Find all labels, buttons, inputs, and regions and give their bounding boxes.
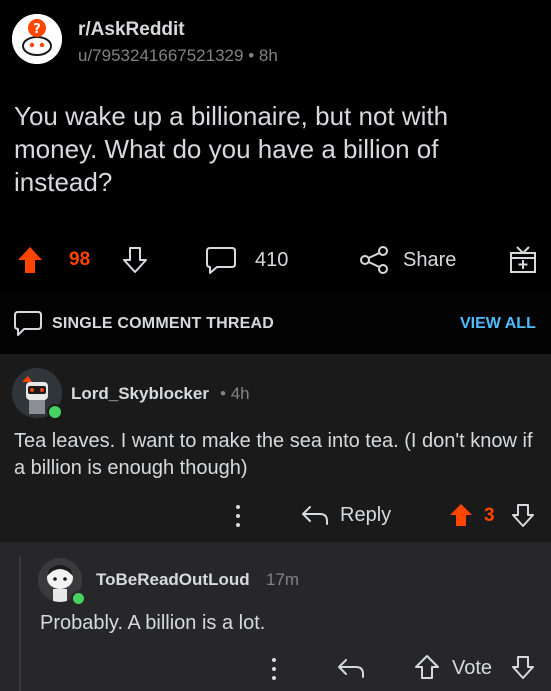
comment-downvote-button[interactable] xyxy=(510,502,536,528)
gift-icon xyxy=(510,246,536,273)
comments-button[interactable] xyxy=(205,245,237,275)
upvote-arrow-icon xyxy=(18,247,42,273)
comment-bubble-icon xyxy=(206,247,236,274)
kebab-menu-icon xyxy=(272,658,276,680)
meta-separator: • xyxy=(220,384,226,403)
meta-separator: • xyxy=(248,46,255,65)
comment-count[interactable]: 410 xyxy=(255,249,288,272)
downvote-arrow-icon xyxy=(512,504,534,527)
upvote-button[interactable] xyxy=(16,245,44,275)
upvote-arrow-icon xyxy=(415,655,439,679)
reply-arrow-icon xyxy=(338,659,364,678)
online-indicator xyxy=(47,404,63,420)
reply-button[interactable] xyxy=(336,656,366,680)
share-icon xyxy=(360,246,388,274)
more-options-button[interactable] xyxy=(266,656,282,682)
comment-body: Probably. A billion is a lot. xyxy=(40,612,266,634)
comment-body: Tea leaves. I want to make the sea into … xyxy=(14,430,533,479)
downvote-arrow-icon xyxy=(123,247,147,273)
share-label[interactable]: Share xyxy=(403,249,456,272)
share-button[interactable] xyxy=(358,245,392,275)
upvote-arrow-icon xyxy=(450,504,472,526)
comment-downvote-button[interactable] xyxy=(510,654,536,680)
more-options-button[interactable] xyxy=(230,503,246,529)
award-button[interactable] xyxy=(507,243,539,275)
comment-author[interactable]: Lord_Skyblocker xyxy=(71,384,209,404)
kebab-menu-icon xyxy=(236,505,240,527)
comment-upvote-button[interactable] xyxy=(448,502,474,528)
comment-age: 17m xyxy=(266,570,300,589)
comment-age: 4h xyxy=(230,384,250,403)
subreddit-name[interactable]: r/AskReddit xyxy=(78,19,185,41)
post-author[interactable]: u/7953241667521329 xyxy=(78,46,243,65)
comment-bubble-icon xyxy=(14,311,42,336)
svg-text:?: ? xyxy=(33,22,41,37)
downvote-button[interactable] xyxy=(121,245,149,275)
subreddit-avatar[interactable]: ? xyxy=(12,14,62,64)
askreddit-logo-icon: ? xyxy=(12,14,62,64)
post-meta: u/7953241667521329 • 8h xyxy=(78,46,278,66)
post-title[interactable]: You wake up a billionaire, but not with … xyxy=(14,100,534,199)
post-score: 98 xyxy=(69,249,91,270)
reply-label[interactable]: Reply xyxy=(340,504,391,527)
reply-button[interactable] xyxy=(300,503,330,527)
view-all-link[interactable]: VIEW ALL xyxy=(460,315,536,333)
comment-score: 3 xyxy=(484,505,495,526)
vote-label: Vote xyxy=(452,657,493,679)
single-thread-label: SINGLE COMMENT THREAD xyxy=(52,315,274,332)
thread-comment-icon-wrap xyxy=(13,308,43,338)
comment-upvote-button[interactable] xyxy=(414,654,440,680)
online-indicator xyxy=(71,591,86,606)
comment-author[interactable]: ToBeReadOutLoud xyxy=(96,570,250,590)
thread-line[interactable] xyxy=(19,556,21,691)
comment-meta: • 4h xyxy=(220,384,250,404)
post-age: 8h xyxy=(258,46,278,65)
downvote-arrow-icon xyxy=(512,656,534,679)
reply-arrow-icon xyxy=(302,506,328,525)
